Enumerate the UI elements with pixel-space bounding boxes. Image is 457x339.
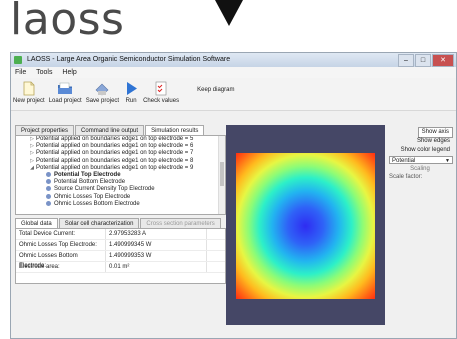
tree-item-child[interactable]: Ohmic Losses Top Electrode [16,193,225,201]
global-data-row: Total Device Current: 2.97953283 A [16,229,225,240]
global-data-row: Ohmic Losses Top Electrode: 1.490999345 … [16,240,225,251]
view-options-panel: Show axis Show edges Show color legend P… [387,125,456,325]
expand-arrow-icon[interactable]: ▷ [28,143,36,150]
main-area: Project properties Command line output S… [11,121,456,338]
scale-factor-label: Scale factor: [389,174,423,180]
load-project-label: Load project [48,98,82,104]
global-data-value[interactable]: 1.490999345 W [105,240,207,250]
app-icon [14,56,22,64]
scaling-label: Scaling [410,166,430,172]
load-project-button[interactable]: Load project [49,78,82,104]
global-data-value[interactable]: 1.490999353 W [105,251,207,261]
collapse-arrow-icon[interactable]: ◢ [28,165,36,172]
plot-viewport[interactable] [226,125,385,325]
results-tree: ▷ Potential applied on boundaries edge1 o… [15,135,226,215]
expand-arrow-icon[interactable]: ▷ [28,136,36,143]
global-data-label: Electrode area: [19,264,60,270]
folder-icon [58,82,73,94]
tree-item-child[interactable]: Potential Top Electrode [16,171,225,179]
quantity-select-value: Potential [392,158,416,164]
run-label: Run [125,98,137,104]
new-project-label: New project [13,98,45,104]
tree-item-parent[interactable]: ▷ Potential applied on boundaries edge1 o… [16,143,225,150]
global-data-panel: Total Device Current: 2.97953283 A Ohmic… [15,228,226,284]
app-window: LAOSS - Large Area Organic Semiconductor… [10,52,457,339]
checklist-icon [155,81,167,96]
new-project-button[interactable]: New project [13,78,45,104]
save-icon [95,83,109,96]
expand-arrow-icon[interactable]: ▷ [28,150,36,157]
tree-item-child[interactable]: Potential Bottom Electrode [16,179,225,186]
show-edges-option[interactable]: Show edges [414,137,453,146]
down-arrow-icon [215,0,243,26]
toolbar: New project Load project Save project Ru… [11,78,456,111]
tree-scrollbar[interactable] [218,136,225,214]
show-color-legend-option[interactable]: Show color legend [398,146,453,155]
global-data-row: Electrode area: 0.01 m² [16,262,225,273]
global-data-value[interactable]: 0.01 m² [105,262,207,272]
window-controls: – □ ✕ [397,54,454,67]
result-icon [46,179,51,185]
tree-item-child[interactable]: Source Current Density Top Electrode [16,186,225,193]
maximize-button[interactable]: □ [415,54,431,67]
menu-help[interactable]: Help [62,69,76,76]
tree-item-parent-expanded[interactable]: ◢ Potential applied on boundaries edge1 o… [16,165,225,172]
new-document-icon [23,81,35,96]
potential-heatmap[interactable] [236,153,375,299]
result-icon [46,186,51,192]
global-data-label: Total Device Current: [19,231,76,237]
menu-file[interactable]: File [15,69,26,76]
window-title: LAOSS - Large Area Organic Semiconductor… [27,56,231,63]
close-button[interactable]: ✕ [432,54,454,67]
chevron-down-icon: ▼ [445,158,450,164]
run-button[interactable]: Run [123,78,139,104]
title-bar: LAOSS - Large Area Organic Semiconductor… [11,53,456,67]
check-values-label: Check values [143,98,180,104]
tree-item-child[interactable]: Ohmic Losses Bottom Electrode [16,200,225,208]
play-icon [127,82,138,95]
global-data-label: Ohmic Losses Bottom Electrode: [19,253,78,269]
result-icon [46,200,51,206]
result-icon [46,171,51,177]
keep-diagram-option[interactable]: Keep diagram [197,87,234,93]
expand-arrow-icon[interactable]: ▷ [28,158,36,165]
global-data-value[interactable]: 2.97953283 A [105,229,207,239]
tree-item-parent[interactable]: ▷ Potential applied on boundaries edge1 o… [16,136,225,143]
tree-item-parent[interactable]: ▷ Potential applied on boundaries edge1 o… [16,158,225,165]
minimize-button[interactable]: – [398,54,414,67]
menu-bar: File Tools Help [11,67,456,78]
quantity-select[interactable]: Potential ▼ [389,156,453,164]
scrollbar-thumb[interactable] [220,162,224,186]
save-project-button[interactable]: Save project [86,78,119,104]
menu-tools[interactable]: Tools [36,69,52,76]
result-icon [46,193,51,199]
global-data-label: Ohmic Losses Top Electrode: [19,242,97,248]
tree-item-parent[interactable]: ▷ Potential applied on boundaries edge1 o… [16,150,225,157]
check-values-button[interactable]: Check values [143,78,179,104]
global-data-row: Ohmic Losses Bottom Electrode: 1.4909993… [16,251,225,269]
save-project-label: Save project [85,98,120,104]
brand-logo-text: laoss [10,0,125,45]
